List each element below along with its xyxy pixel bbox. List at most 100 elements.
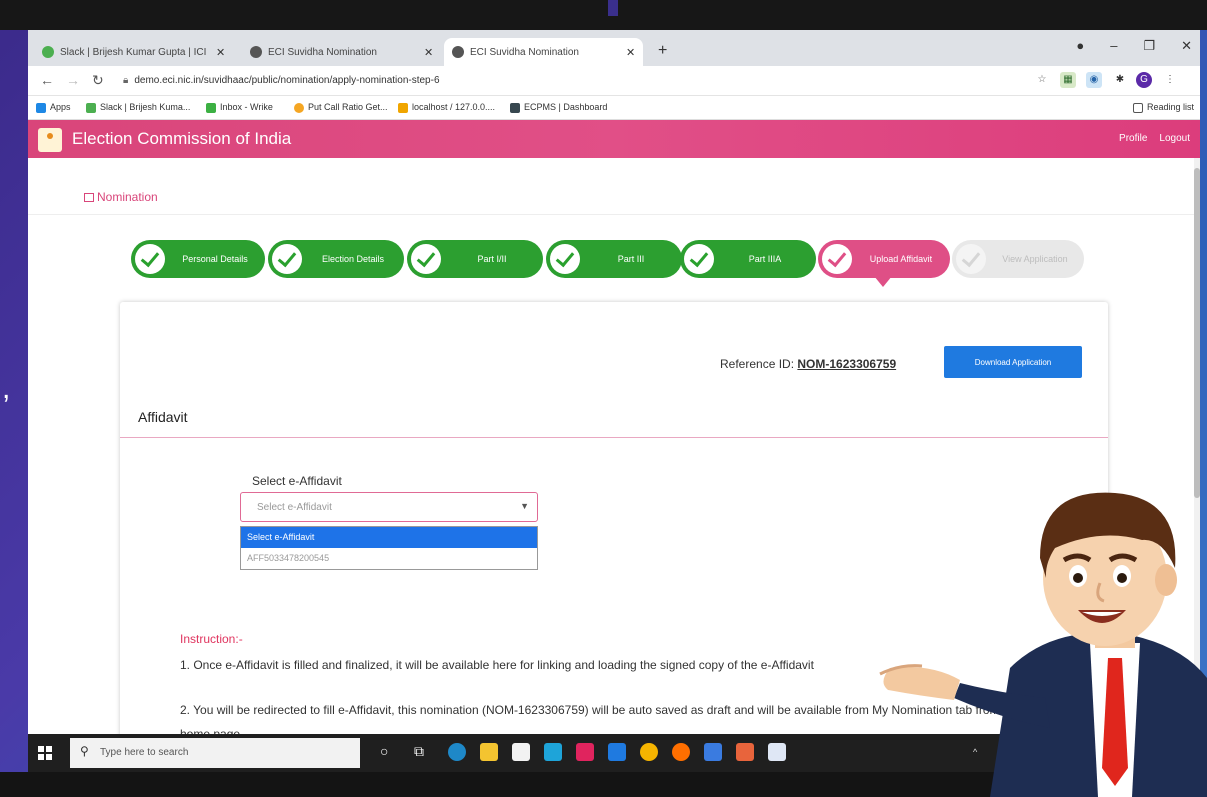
check-icon [135,244,165,274]
e-affidavit-select[interactable]: Select e-Affidavit ▼ [240,492,538,522]
check-icon [684,244,714,274]
chevron-down-icon: ▼ [520,501,529,511]
globe-icon [452,46,464,58]
taskbar-search-input[interactable]: ⚲ Type here to search [70,738,360,768]
bookmark-label: Put Call Ratio Get... [308,102,388,112]
background-decoration: , [2,372,11,405]
globe-icon [250,46,262,58]
browser-tab-nomination[interactable]: ECI Suvidha Nomination ✕ [242,38,441,66]
slack-favicon-icon [42,46,54,58]
browser-tab-slack[interactable]: Slack | Brijesh Kumar Gupta | ICI ✕ [34,38,233,66]
bookmark-ecpms[interactable]: ECPMS | Dashboard [510,102,607,113]
pcr-icon [294,102,304,113]
minimize-icon[interactable]: – [1110,38,1117,54]
tab-title: ECI Suvidha Nomination [470,46,579,58]
divider [28,214,1200,215]
bookmark-star-icon[interactable]: ☆ [1034,72,1050,88]
extensions-puzzle-icon[interactable]: ✱ [1112,72,1128,88]
instruction-heading: Instruction:- [180,632,243,646]
check-icon [411,244,441,274]
edge-icon[interactable] [448,743,466,761]
step-label: Personal Details [182,253,248,264]
check-icon [956,244,986,274]
phpmyadmin-icon [398,102,408,113]
close-tab-icon[interactable]: ✕ [424,46,433,59]
bookmark-pcr[interactable]: Put Call Ratio Get... [294,102,388,113]
bookmark-label: localhost / 127.0.0.... [412,102,496,112]
address-input[interactable]: 🔒︎ demo.eci.nic.in/suvidhaac/public/nomin… [123,72,1003,90]
step-part-iiia[interactable]: Part IIIA [680,240,816,278]
scrollbar-thumb[interactable] [1194,168,1200,498]
extension-icon[interactable]: ▦ [1060,72,1076,88]
reference-id: Reference ID: NOM-1623306759 [720,357,896,371]
step-personal-details[interactable]: Personal Details [131,240,265,278]
bookmark-label: Apps [50,102,71,112]
ear [1155,564,1177,596]
windows-start-icon[interactable] [38,746,52,760]
active-step-pointer [874,276,892,287]
select-dropdown-list: Select e-Affidavit AFF5033478200545 [240,526,538,570]
apps-grid-icon [36,102,46,113]
app-icon[interactable] [736,743,754,761]
bookmark-apps[interactable]: Apps [36,102,71,113]
app-header: Election Commission of India Profile Log… [28,120,1200,158]
select-value: Select e-Affidavit [257,502,332,513]
app-icon[interactable] [768,743,786,761]
dropdown-option[interactable]: Select e-Affidavit [241,527,537,548]
logout-link[interactable]: Logout [1159,133,1190,144]
menu-kebab-icon[interactable]: ⋮ [1162,72,1178,88]
bookmark-slack[interactable]: Slack | Brijesh Kuma... [86,102,190,113]
profile-link[interactable]: Profile [1119,133,1147,144]
step-view-application[interactable]: View Application [952,240,1084,278]
dropdown-option[interactable]: AFF5033478200545 [241,548,537,569]
mail-icon[interactable] [608,743,626,761]
app-icon[interactable] [544,743,562,761]
app-title: Election Commission of India [72,129,292,148]
firefox-icon[interactable] [672,743,690,761]
frame-seam [608,0,618,16]
bookmark-localhost[interactable]: localhost / 127.0.0.... [398,102,495,113]
file-explorer-icon[interactable] [480,743,498,761]
breadcrumb[interactable]: Nomination [84,190,158,204]
section-divider [120,437,1108,438]
step-upload-affidavit[interactable]: Upload Affidavit [818,240,950,278]
download-application-button[interactable]: Download Application [944,346,1082,378]
task-view-icon[interactable]: ⧉ [414,743,424,760]
step-election-details[interactable]: Election Details [268,240,404,278]
breadcrumb-nomination: Nomination [97,190,158,204]
app-icon[interactable] [704,743,722,761]
bookmark-wrike[interactable]: Inbox - Wrike [206,102,273,113]
check-icon [822,244,852,274]
tab-title: Slack | Brijesh Kumar Gupta | ICI [60,46,207,58]
bookmark-label: Inbox - Wrike [220,102,273,112]
dashboard-icon [510,102,520,113]
reading-list[interactable]: Reading list [1132,102,1194,113]
restore-icon[interactable]: ❐ [1143,38,1155,54]
profile-avatar-icon[interactable]: G [1136,72,1152,88]
chrome-icon[interactable] [640,743,658,761]
cortana-icon[interactable]: ○ [380,743,388,759]
app-icon[interactable] [576,743,594,761]
reload-icon[interactable]: ↻ [92,72,104,89]
back-icon[interactable]: ← [40,72,54,88]
search-icon: ⚲ [80,744,89,758]
step-label: View Application [1002,253,1068,264]
eci-logo [38,128,62,152]
forward-icon[interactable]: → [66,72,80,88]
tab-bar: Slack | Brijesh Kumar Gupta | ICI ✕ ECI … [28,30,1200,66]
close-window-icon[interactable]: ✕ [1181,38,1192,54]
bookmarks-bar: Apps Slack | Brijesh Kuma... Inbox - Wri… [28,96,1200,120]
new-tab-icon[interactable]: + [658,42,667,60]
browser-tab-active[interactable]: ECI Suvidha Nomination ✕ [444,38,644,66]
store-icon[interactable] [512,743,530,761]
profile-dot-icon[interactable]: ● [1076,38,1084,54]
address-bar-row: ← → ↻ 🔒︎ demo.eci.nic.in/suvidhaac/public… [28,66,1200,96]
select-label: Select e-Affidavit [252,474,342,488]
step-part-i-ii[interactable]: Part I/II [407,240,543,278]
close-tab-icon[interactable]: ✕ [626,46,635,59]
extension-icon[interactable]: ◉ [1086,72,1102,88]
search-placeholder: Type here to search [100,747,189,758]
step-part-iii[interactable]: Part III [546,240,682,278]
check-icon [272,244,302,274]
close-tab-icon[interactable]: ✕ [216,46,225,59]
